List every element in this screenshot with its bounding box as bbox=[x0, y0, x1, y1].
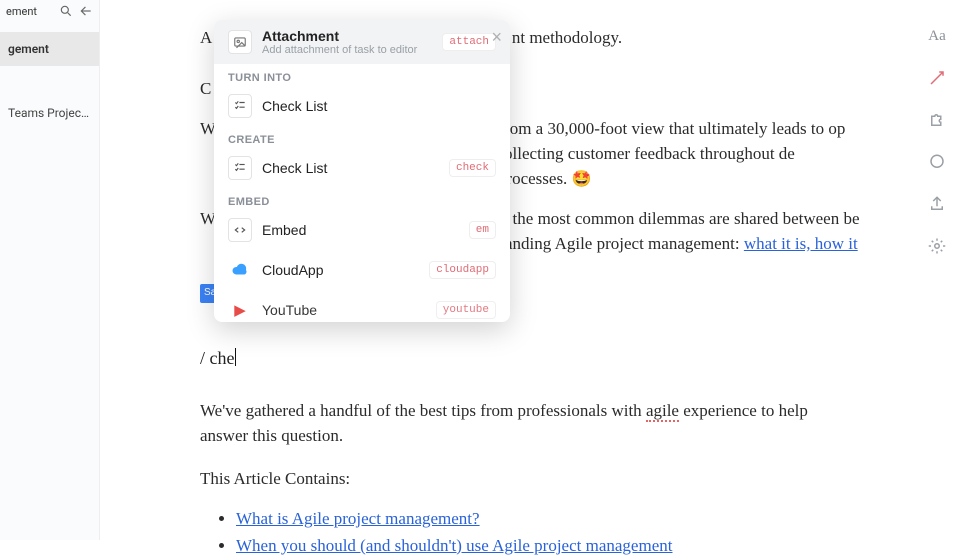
section-create: CREATE bbox=[214, 126, 510, 148]
text-cursor bbox=[235, 348, 236, 366]
slash-command-line[interactable]: / che bbox=[200, 345, 860, 371]
toc-link-what-is[interactable]: What is Agile project management? bbox=[236, 509, 480, 528]
option-youtube-title: YouTube bbox=[262, 302, 426, 318]
option-embed-title: Embed bbox=[262, 222, 459, 238]
what-it-is-link[interactable]: what it is, how it bbox=[744, 234, 858, 253]
p5-pre: We've gathered a handful of the best tip… bbox=[200, 401, 646, 420]
sidebar-item-selected[interactable]: gement bbox=[0, 32, 99, 66]
option-embed[interactable]: Embed em bbox=[214, 210, 510, 250]
toc-item-1: What is Agile project management? bbox=[236, 507, 860, 532]
slash-text: / che bbox=[200, 348, 234, 368]
toc-list: What is Agile project management? When y… bbox=[200, 507, 860, 558]
p1-frag: A bbox=[200, 28, 211, 47]
option-attachment[interactable]: Attachment Add attachment of task to edi… bbox=[214, 20, 510, 64]
option-create-checklist-tag: check bbox=[449, 159, 496, 177]
slash-command-popup: × Attachment Add attachment of task to e… bbox=[214, 20, 510, 322]
paragraph-5: We've gathered a handful of the best tip… bbox=[200, 399, 860, 448]
comment-icon[interactable] bbox=[927, 152, 947, 172]
section-embed: EMBED bbox=[214, 188, 510, 210]
option-cloudapp-tag: cloudapp bbox=[429, 261, 496, 279]
toc-heading: This Article Contains: bbox=[200, 467, 860, 492]
option-attachment-tag: attach bbox=[442, 33, 496, 51]
checklist-icon bbox=[228, 94, 252, 118]
option-attachment-sub: Add attachment of task to editor bbox=[262, 44, 432, 56]
youtube-icon: ▶ bbox=[228, 298, 252, 322]
option-cloudapp[interactable]: CloudApp cloudapp bbox=[214, 250, 510, 290]
option-create-checklist-title: Check List bbox=[262, 160, 439, 176]
option-create-checklist[interactable]: Check List check bbox=[214, 148, 510, 188]
typography-icon[interactable]: Aa bbox=[927, 26, 947, 46]
search-icon[interactable] bbox=[59, 4, 73, 18]
spellcheck-agile[interactable]: agile bbox=[646, 401, 679, 422]
p1-tail: nt methodology. bbox=[512, 28, 622, 47]
toc-link-when-use[interactable]: When you should (and shouldn't) use Agil… bbox=[236, 536, 672, 555]
sidebar-header: ement bbox=[0, 0, 99, 22]
share-icon[interactable] bbox=[927, 194, 947, 214]
option-turn-checklist[interactable]: Check List bbox=[214, 86, 510, 126]
p3-mid2: , collecting customer feedback throughou… bbox=[488, 144, 795, 163]
toc-item-2: When you should (and shouldn't) use Agil… bbox=[236, 534, 860, 559]
cloudapp-icon bbox=[228, 258, 252, 282]
option-embed-tag: em bbox=[469, 221, 496, 239]
collapse-icon[interactable] bbox=[79, 4, 93, 18]
star-struck-emoji: 🤩 bbox=[572, 171, 592, 188]
sidebar-header-label: ement bbox=[6, 5, 53, 18]
p4-mid1: , the most common dilemmas are shared be… bbox=[504, 209, 859, 228]
option-cloudapp-title: CloudApp bbox=[262, 262, 419, 278]
magic-wand-icon[interactable] bbox=[927, 68, 947, 88]
close-icon[interactable]: × bbox=[491, 28, 502, 46]
puzzle-icon[interactable] bbox=[927, 110, 947, 130]
option-youtube[interactable]: ▶ YouTube youtube bbox=[214, 290, 510, 322]
p2-frag: C bbox=[200, 79, 211, 98]
option-attachment-title: Attachment bbox=[262, 28, 432, 44]
option-youtube-tag: youtube bbox=[436, 301, 496, 319]
image-icon bbox=[228, 30, 252, 54]
right-rail: Aa bbox=[914, 0, 960, 540]
checklist-icon bbox=[228, 156, 252, 180]
option-turn-checklist-title: Check List bbox=[262, 98, 496, 114]
embed-icon bbox=[228, 218, 252, 242]
left-sidebar: ement gement Teams Project… bbox=[0, 0, 100, 540]
p3-mid1: rom a 30,000-foot view that ultimately l… bbox=[504, 119, 845, 138]
p4-mid2: rstanding Agile project management: bbox=[488, 234, 744, 253]
settings-icon[interactable] bbox=[927, 236, 947, 256]
sidebar-item-teams-project[interactable]: Teams Project… bbox=[0, 96, 99, 130]
section-turn-into: TURN INTO bbox=[214, 64, 510, 86]
